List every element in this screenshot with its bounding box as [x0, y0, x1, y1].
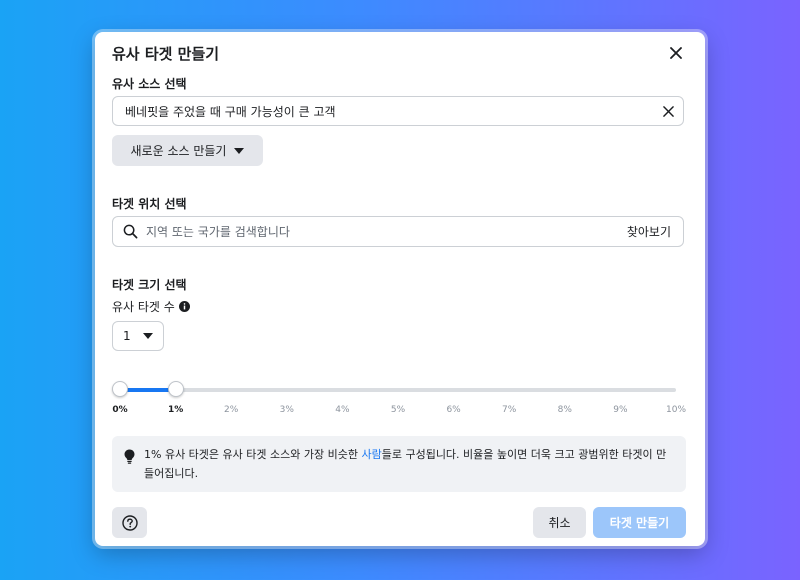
source-field[interactable]: 베네핏을 주었을 때 구매 가능성이 큰 고객 — [112, 96, 684, 126]
close-icon — [670, 47, 682, 59]
new-source-label: 새로운 소스 만들기 — [130, 144, 227, 158]
source-value: 베네핏을 주었을 때 구매 가능성이 큰 고객 — [125, 104, 336, 119]
slider-tick-label: 2% — [224, 405, 239, 415]
lookalike-count-row: 유사 타겟 수 — [112, 298, 190, 315]
people-link[interactable]: 사람 — [361, 448, 381, 461]
info-box: 1% 유사 타겟은 유사 타겟 소스와 가장 비슷한 사람들로 구성됩니다. 비… — [112, 436, 686, 492]
source-section-label: 유사 소스 선택 — [112, 77, 187, 91]
slider-tick-label: 9% — [613, 405, 628, 415]
size-slider-track[interactable] — [112, 381, 676, 397]
dialog-title: 유사 타겟 만들기 — [112, 45, 220, 63]
slider-start-handle[interactable] — [112, 381, 128, 397]
size-section-label: 타겟 크기 선택 — [112, 278, 187, 292]
new-source-button[interactable]: 새로운 소스 만들기 — [112, 135, 263, 166]
info-text-start: 1% 유사 타겟은 유사 타겟 소스와 가장 비슷한 — [144, 448, 362, 461]
clear-source-button[interactable] — [653, 97, 683, 125]
lookalike-count-select[interactable]: 1 — [112, 321, 164, 351]
info-icon[interactable] — [178, 301, 190, 312]
create-audience-button[interactable]: 타겟 만들기 — [593, 507, 686, 538]
slider-tick-label: 1% — [167, 405, 184, 415]
create-lookalike-dialog: 유사 타겟 만들기 유사 소스 선택 베네핏을 주었을 때 구매 가능성이 큰 … — [95, 32, 705, 546]
slider-tick-label: 3% — [279, 405, 294, 415]
caret-down-icon — [142, 333, 153, 339]
slider-tick-label: 0% — [112, 405, 128, 415]
location-section-label: 타겟 위치 선택 — [112, 197, 187, 211]
help-icon — [121, 514, 138, 531]
slider-tick-label: 10% — [665, 405, 687, 415]
cancel-button[interactable]: 취소 — [533, 507, 586, 538]
lightbulb-icon — [124, 449, 135, 464]
browse-button[interactable]: 찾아보기 — [627, 223, 671, 240]
lookalike-count-label: 유사 타겟 수 — [112, 300, 175, 314]
close-button[interactable] — [663, 40, 689, 66]
search-icon — [123, 224, 138, 239]
lookalike-count-value: 1 — [123, 329, 131, 343]
slider-tick-label: 7% — [502, 405, 517, 415]
slider-tick-label: 8% — [557, 405, 572, 415]
location-search-field[interactable]: 지역 또는 국가를 검색합니다 찾아보기 — [112, 216, 684, 247]
close-icon — [662, 105, 674, 117]
slider-tick-labels: 0% 1% 2% 3% 4% 5% 6% 7% 8% 9% 10% — [95, 405, 705, 419]
help-button[interactable] — [112, 507, 147, 538]
slider-tick-label: 4% — [335, 405, 350, 415]
slider-tick-label: 5% — [390, 405, 406, 415]
slider-end-handle[interactable] — [167, 381, 184, 397]
location-search-input[interactable]: 지역 또는 국가를 검색합니다 — [146, 223, 627, 240]
caret-down-icon — [234, 147, 245, 154]
slider-tick-label: 6% — [446, 405, 461, 415]
